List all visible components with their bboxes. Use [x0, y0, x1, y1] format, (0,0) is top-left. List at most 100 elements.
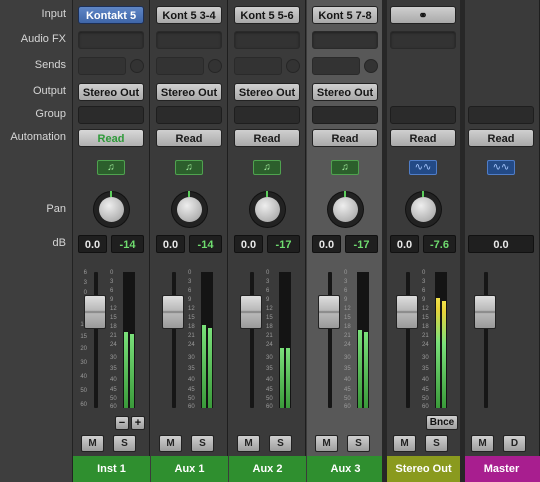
group-slot[interactable] [390, 106, 456, 124]
level-meter-right [208, 328, 212, 408]
meter-scale-tick: 15 [422, 315, 429, 321]
peak-readout[interactable]: -7.6 [423, 235, 456, 253]
input-slot[interactable]: Kont 5 7-8 [312, 6, 378, 24]
bounce-button[interactable]: Bnce [426, 415, 458, 430]
meter-scale: 0 3 6 9 12 15 18 21 24 30 35 40 45 50 60 [344, 270, 358, 410]
volume-fader[interactable] [84, 295, 106, 329]
channel-strip-inst-1: Kontakt 5Stereo OutRead♫0.0-146303610152… [73, 0, 150, 482]
send-level-knob[interactable] [364, 59, 378, 73]
volume-fader[interactable] [474, 295, 496, 329]
meter-scale-tick: 45 [344, 387, 351, 393]
meter-scale-tick: 6 [344, 288, 348, 294]
pan-knob[interactable] [94, 191, 129, 227]
automation-mode-button[interactable]: Read [468, 129, 534, 147]
stereo-link-button[interactable]: ⚭ [390, 6, 456, 24]
audio-fx-slot[interactable] [78, 31, 144, 49]
mute-button[interactable]: M [81, 435, 104, 452]
output-slot[interactable]: Stereo Out [78, 83, 144, 101]
volume-fader[interactable] [162, 295, 184, 329]
audio-fx-slot[interactable] [312, 31, 378, 49]
group-slot[interactable] [468, 106, 534, 124]
send-level-knob[interactable] [286, 59, 300, 73]
peak-readout[interactable]: -17 [267, 235, 300, 253]
send-level-knob[interactable] [208, 59, 222, 73]
automation-mode-button[interactable]: Read [78, 129, 144, 147]
meter-scale-tick: 21 [110, 333, 117, 339]
send-slot[interactable] [156, 57, 204, 75]
level-meter-left [202, 325, 206, 408]
volume-fader[interactable] [318, 295, 340, 329]
input-slot[interactable]: Kont 5 3-4 [156, 6, 222, 24]
send-slot[interactable] [78, 57, 126, 75]
pan-knob[interactable] [172, 191, 207, 227]
channel-name[interactable]: Inst 1 [73, 456, 150, 482]
peak-readout[interactable]: -17 [345, 235, 378, 253]
mute-button[interactable]: M [471, 435, 494, 452]
pan-knob[interactable] [328, 191, 363, 227]
solo-button[interactable]: S [425, 435, 448, 452]
automation-mode-button[interactable]: Read [156, 129, 222, 147]
channel-name[interactable]: Aux 1 [151, 456, 228, 482]
mute-button[interactable]: M [159, 435, 182, 452]
add-channel-button[interactable]: + [131, 416, 145, 430]
send-level-knob[interactable] [130, 59, 144, 73]
audio-fx-slot[interactable] [390, 31, 456, 49]
channel-name[interactable]: Aux 3 [307, 456, 384, 482]
output-slot[interactable]: Stereo Out [234, 83, 300, 101]
meter-scale-tick: 12 [422, 306, 429, 312]
solo-button[interactable]: S [191, 435, 214, 452]
input-slot[interactable]: Kont 5 5-6 [234, 6, 300, 24]
volume-fader[interactable] [396, 295, 418, 329]
fader-scale-tick: 6 [83, 270, 87, 276]
pan-knob[interactable] [406, 191, 441, 227]
pan-knob[interactable] [250, 191, 285, 227]
meter-scale-tick: 40 [422, 377, 429, 383]
meter-scale-tick: 40 [344, 377, 351, 383]
audio-fx-slot[interactable] [234, 31, 300, 49]
channel-name[interactable]: Aux 2 [229, 456, 306, 482]
output-slot[interactable]: Stereo Out [312, 83, 378, 101]
meter-scale-tick: 24 [110, 342, 117, 348]
group-slot[interactable] [78, 106, 144, 124]
channel-name[interactable]: Stereo Out [385, 456, 462, 482]
row-label-group: Group [35, 108, 66, 120]
meter-scale-tick: 12 [266, 306, 273, 312]
input-slot[interactable]: Kontakt 5 [78, 6, 144, 24]
level-meter-left [436, 298, 440, 408]
mute-button[interactable]: M [237, 435, 260, 452]
meter-scale-tick: 45 [266, 387, 273, 393]
send-slot[interactable] [234, 57, 282, 75]
meter-scale-tick: 24 [344, 342, 351, 348]
meter-scale-tick: 6 [188, 288, 192, 294]
meter-scale-tick: 3 [344, 279, 348, 285]
automation-mode-button[interactable]: Read [312, 129, 378, 147]
solo-button[interactable]: S [269, 435, 292, 452]
group-slot[interactable] [234, 106, 300, 124]
automation-mode-button[interactable]: Read [234, 129, 300, 147]
fader-track [328, 272, 332, 408]
automation-mode-button[interactable]: Read [390, 129, 456, 147]
peak-readout[interactable]: -14 [111, 235, 144, 253]
channel-name[interactable]: Master [463, 456, 540, 482]
output-slot[interactable]: Stereo Out [156, 83, 222, 101]
group-slot[interactable] [312, 106, 378, 124]
meter-scale-tick: 40 [110, 377, 117, 383]
meter-scale-tick: 3 [110, 279, 114, 285]
dim-button[interactable]: D [503, 435, 526, 452]
meter-scale-tick: 12 [344, 306, 351, 312]
volume-fader[interactable] [240, 295, 262, 329]
audio-fx-slot[interactable] [156, 31, 222, 49]
level-meter [279, 272, 291, 408]
strip-divider [460, 0, 465, 482]
peak-readout[interactable]: -14 [189, 235, 222, 253]
mute-button[interactable]: M [393, 435, 416, 452]
meter-scale-tick: 40 [266, 377, 273, 383]
solo-button[interactable]: S [347, 435, 370, 452]
meter-scale-tick: 0 [110, 270, 114, 276]
send-slot[interactable] [312, 57, 360, 75]
solo-button[interactable]: S [113, 435, 136, 452]
group-slot[interactable] [156, 106, 222, 124]
remove-channel-button[interactable]: − [115, 416, 129, 430]
fader-scale-tick: 30 [80, 360, 87, 366]
mute-button[interactable]: M [315, 435, 338, 452]
